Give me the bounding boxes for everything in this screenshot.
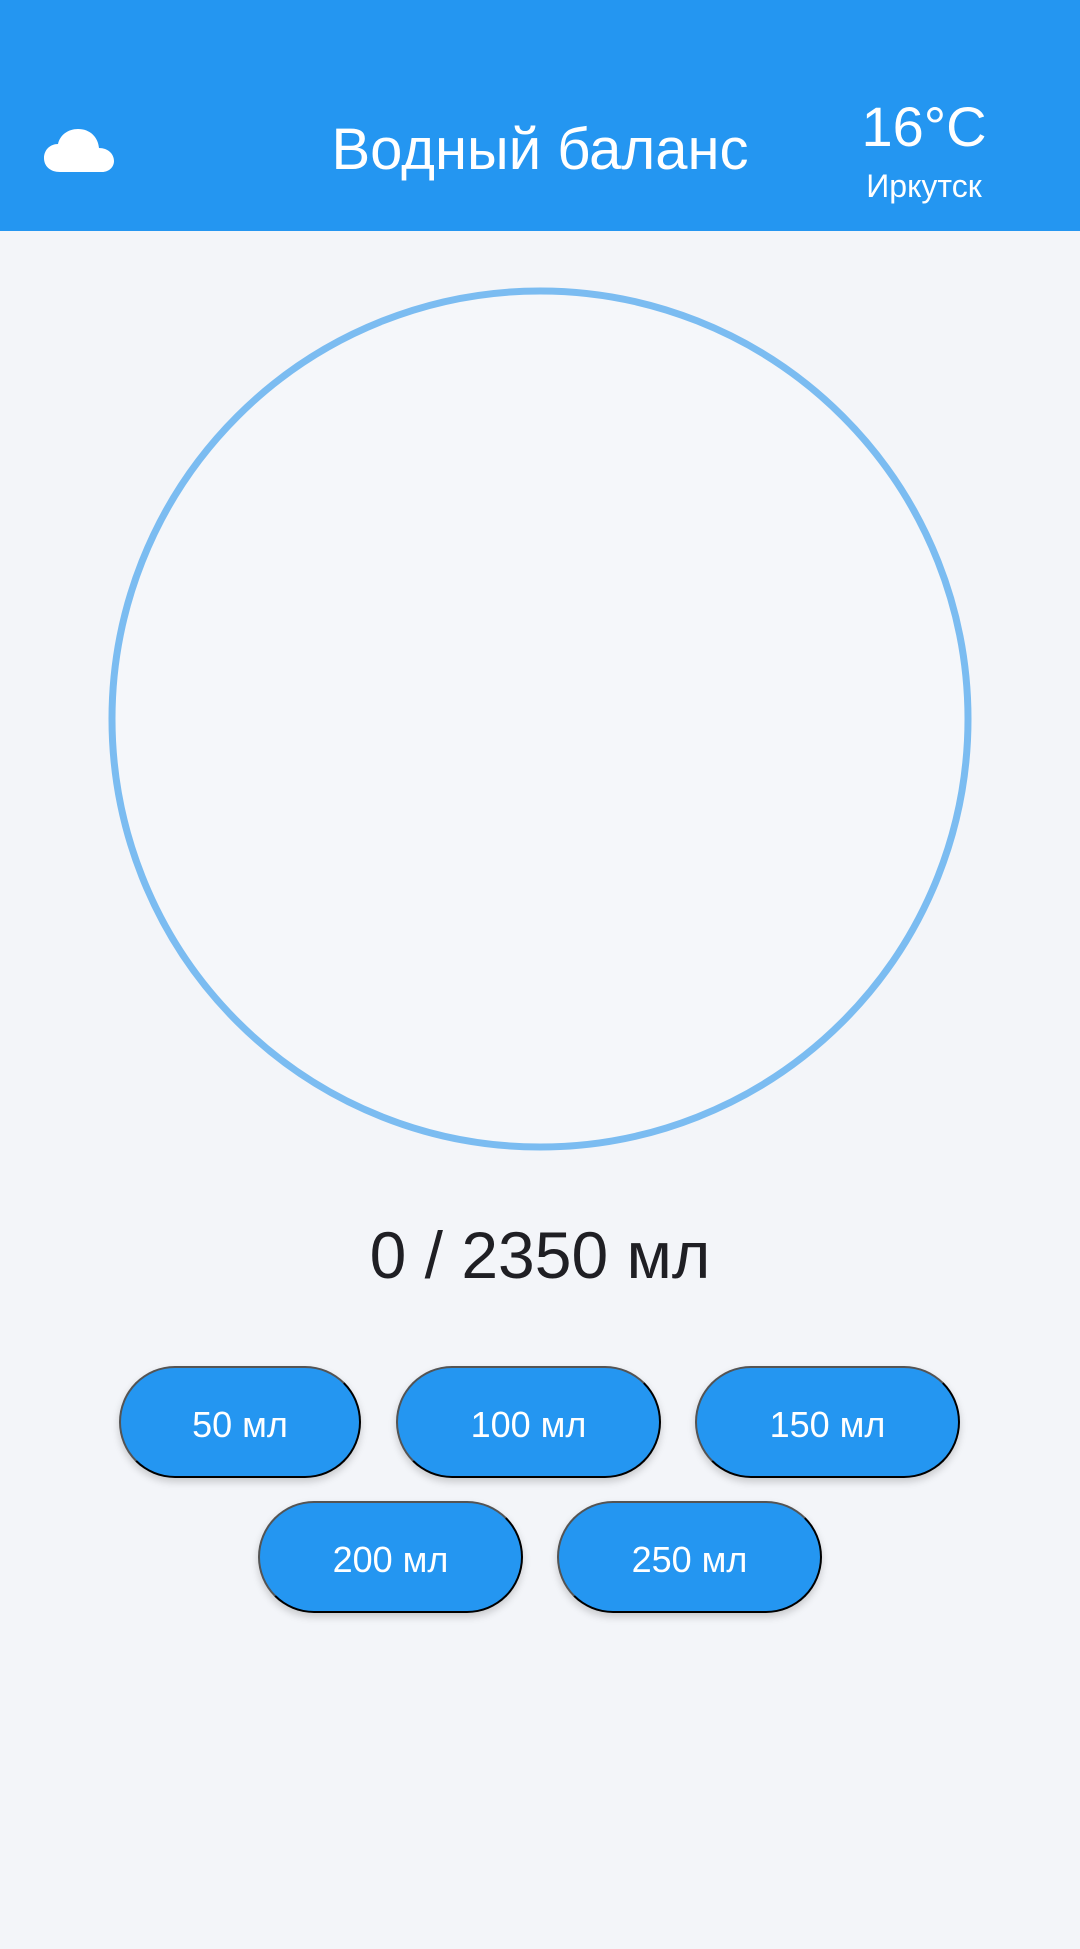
app-bar: Водный баланс 16°C Иркутск: [0, 0, 1080, 231]
add-250ml-button[interactable]: 250 мл: [557, 1501, 822, 1613]
weather-info: 16°C Иркутск: [824, 90, 1024, 208]
temperature-text: 16°C: [861, 95, 987, 158]
add-150ml-button[interactable]: 150 мл: [695, 1366, 960, 1478]
city-text: Иркутск: [866, 168, 982, 204]
water-amount-text: 0 / 2350 мл: [369, 1218, 711, 1292]
progress-fill-background: [112, 291, 968, 1147]
add-50ml-button[interactable]: 50 мл: [119, 1366, 361, 1478]
add-100ml-button[interactable]: 100 мл: [396, 1366, 661, 1478]
water-progress-circle: [108, 287, 972, 1151]
add-200ml-button[interactable]: 200 мл: [258, 1501, 523, 1613]
